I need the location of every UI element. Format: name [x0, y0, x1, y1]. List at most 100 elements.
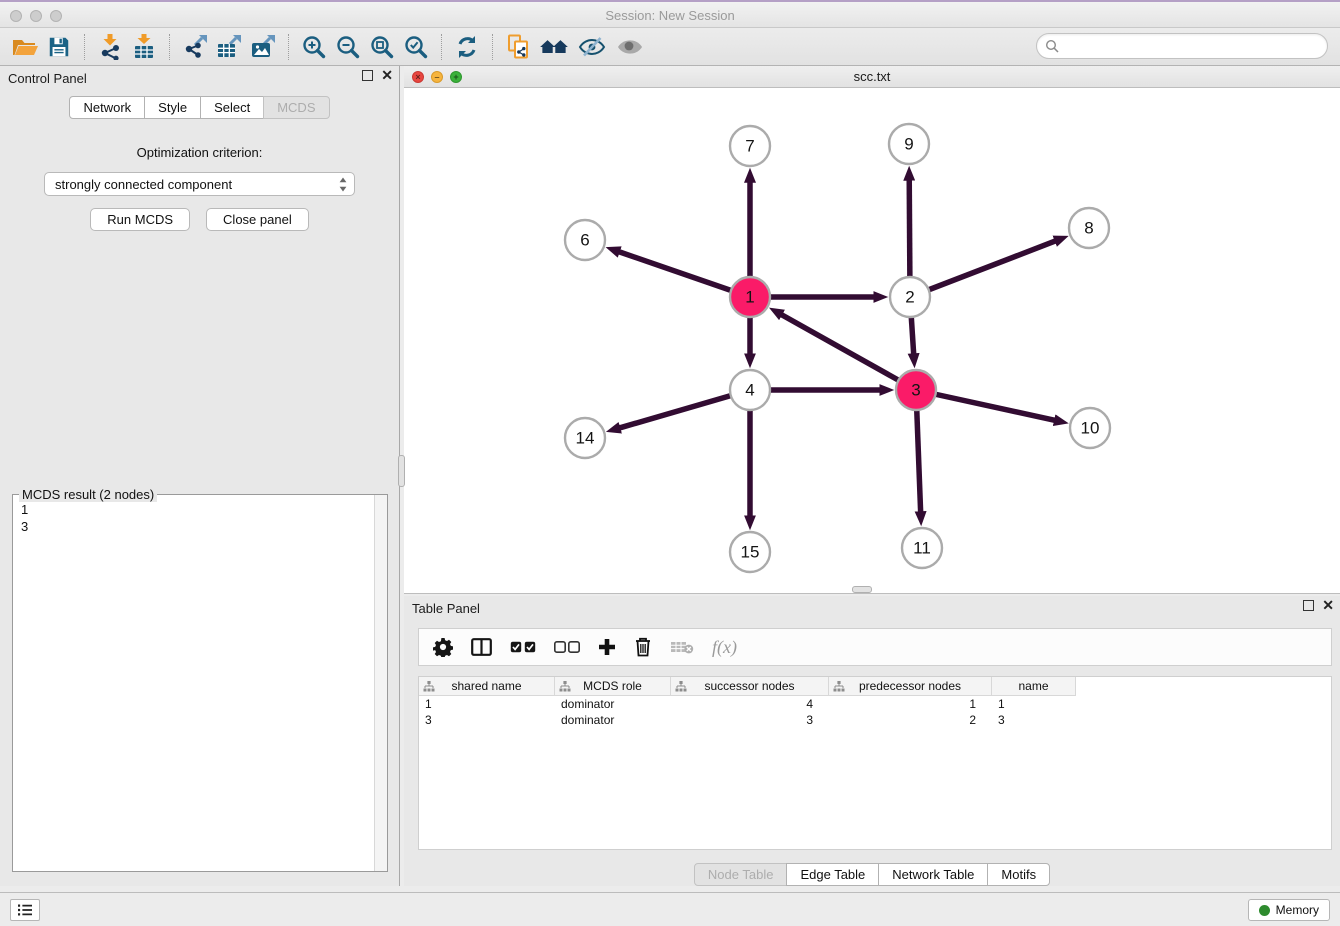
- table-cell[interactable]: dominator: [555, 696, 671, 712]
- result-scrollbar[interactable]: [374, 495, 387, 871]
- canvas-splitter-handle[interactable]: [852, 586, 872, 593]
- delete-table-icon[interactable]: [670, 640, 694, 654]
- node-label-6: 6: [580, 231, 589, 250]
- toggle-column-panel-icon[interactable]: [471, 638, 492, 656]
- table-panel-title: Table Panel: [412, 601, 480, 616]
- zoom-fit-icon[interactable]: [365, 32, 399, 62]
- table-tabs: Node TableEdge TableNetwork TableMotifs: [404, 863, 1340, 886]
- table-cell[interactable]: 1: [419, 696, 555, 712]
- table-toolbar: f(x): [418, 628, 1332, 666]
- tab-edge-table[interactable]: Edge Table: [786, 863, 879, 886]
- hierarchy-icon: [423, 681, 435, 692]
- delete-column-trash-icon[interactable]: [634, 637, 652, 657]
- mcds-result-box: MCDS result (2 nodes) 13: [12, 494, 388, 872]
- table-settings-gear-icon[interactable]: [433, 637, 453, 657]
- main-toolbar: [0, 28, 1340, 66]
- column-header-name[interactable]: name: [992, 677, 1076, 696]
- optimization-criterion-label: Optimization criterion:: [0, 145, 399, 160]
- tab-network[interactable]: Network: [69, 96, 145, 119]
- tab-mcds[interactable]: MCDS: [263, 96, 329, 119]
- open-session-icon[interactable]: [8, 32, 42, 62]
- export-table-icon[interactable]: [212, 32, 246, 62]
- zoom-in-icon[interactable]: [297, 32, 331, 62]
- network-view-window: × – + scc.txt 1234678910111415: [404, 66, 1340, 594]
- search-input[interactable]: [1059, 36, 1327, 56]
- node-label-9: 9: [904, 135, 913, 154]
- close-panel-icon[interactable]: ✕: [381, 70, 393, 81]
- stepper-icon: [338, 176, 348, 193]
- task-history-button[interactable]: [10, 899, 40, 921]
- network-title: scc.txt: [404, 69, 1340, 84]
- column-header-predecessor-nodes[interactable]: predecessor nodes: [829, 677, 992, 696]
- network-canvas[interactable]: 1234678910111415: [404, 88, 1340, 593]
- panel-splitter-handle[interactable]: [398, 455, 405, 487]
- memory-button[interactable]: Memory: [1248, 899, 1330, 921]
- export-image-icon[interactable]: [246, 32, 280, 62]
- hierarchy-icon: [833, 681, 845, 692]
- function-builder-icon[interactable]: f(x): [712, 637, 737, 658]
- clone-network-icon[interactable]: [501, 32, 535, 62]
- node-table: shared name MCDS role successor nodes pr…: [418, 676, 1332, 850]
- search-box: [1036, 33, 1328, 59]
- table-row[interactable]: 3dominator323: [419, 712, 1331, 728]
- tab-select[interactable]: Select: [200, 96, 264, 119]
- hierarchy-icon: [675, 681, 687, 692]
- hierarchy-icon: [559, 681, 571, 692]
- node-label-14: 14: [576, 429, 595, 448]
- window-title: Session: New Session: [0, 8, 1340, 23]
- node-label-8: 8: [1084, 219, 1093, 238]
- tab-network-table[interactable]: Network Table: [878, 863, 988, 886]
- run-mcds-button[interactable]: Run MCDS: [90, 208, 190, 231]
- table-cell[interactable]: 3: [419, 712, 555, 728]
- column-header-shared-name[interactable]: shared name: [419, 677, 555, 696]
- deselect-all-columns-icon[interactable]: [554, 641, 580, 653]
- control-tabs: NetworkStyleSelectMCDS: [0, 96, 399, 119]
- close-panel-button[interactable]: Close panel: [206, 208, 309, 231]
- zoom-selected-icon[interactable]: [399, 32, 433, 62]
- result-line: 3: [21, 518, 365, 535]
- control-panel-title: Control Panel: [8, 71, 87, 86]
- export-network-icon[interactable]: [178, 32, 212, 62]
- import-table-icon[interactable]: [127, 32, 161, 62]
- show-all-eye-icon[interactable]: [611, 32, 649, 62]
- float-panel-icon[interactable]: [362, 70, 373, 81]
- node-label-3: 3: [911, 381, 920, 400]
- save-session-icon[interactable]: [42, 32, 76, 62]
- refresh-icon[interactable]: [450, 32, 484, 62]
- float-table-panel-icon[interactable]: [1303, 600, 1314, 611]
- node-label-11: 11: [913, 539, 931, 558]
- add-column-icon[interactable]: [598, 638, 616, 656]
- edge-3-10[interactable]: [916, 390, 1055, 420]
- tab-node-table[interactable]: Node Table: [694, 863, 788, 886]
- result-line: 1: [21, 501, 365, 518]
- select-all-columns-icon[interactable]: [510, 641, 536, 653]
- edge-2-8[interactable]: [910, 241, 1055, 297]
- window-titlebar: Session: New Session: [0, 0, 1340, 28]
- table-cell[interactable]: 2: [829, 712, 992, 728]
- search-icon: [1045, 39, 1059, 53]
- table-cell[interactable]: 4: [671, 696, 829, 712]
- table-cell[interactable]: 1: [992, 696, 1076, 712]
- edge-3-1[interactable]: [781, 315, 916, 390]
- tab-style[interactable]: Style: [144, 96, 201, 119]
- table-cell[interactable]: 3: [671, 712, 829, 728]
- table-row[interactable]: 1dominator411: [419, 696, 1331, 712]
- table-cell[interactable]: 1: [829, 696, 992, 712]
- tab-motifs[interactable]: Motifs: [987, 863, 1050, 886]
- selected-option: strongly connected component: [55, 177, 338, 192]
- home-layout-icon[interactable]: [535, 32, 573, 62]
- column-header-MCDS-role[interactable]: MCDS role: [555, 677, 671, 696]
- memory-status-icon: [1259, 905, 1270, 916]
- hide-selected-eye-icon[interactable]: [573, 32, 611, 62]
- node-label-15: 15: [741, 543, 760, 562]
- memory-label: Memory: [1276, 903, 1319, 917]
- table-cell[interactable]: dominator: [555, 712, 671, 728]
- optimization-criterion-select[interactable]: strongly connected component: [44, 172, 355, 196]
- import-network-icon[interactable]: [93, 32, 127, 62]
- network-graph: 1234678910111415: [404, 88, 1340, 593]
- column-header-successor-nodes[interactable]: successor nodes: [671, 677, 829, 696]
- close-table-panel-icon[interactable]: ✕: [1322, 600, 1334, 611]
- table-cell[interactable]: 3: [992, 712, 1076, 728]
- zoom-out-icon[interactable]: [331, 32, 365, 62]
- table-panel: Table Panel ✕: [404, 596, 1340, 886]
